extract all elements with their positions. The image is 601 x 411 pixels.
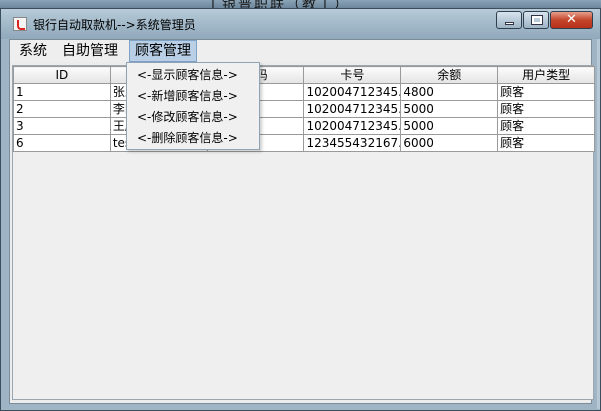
table-row[interactable]: 3 王麻子 102004712345... 5000 顾客 (13, 117, 595, 135)
menu-system[interactable]: 系统 (14, 40, 52, 62)
table-cell[interactable]: 顾客 (497, 117, 595, 135)
menu-item-delete-customer[interactable]: <-删除顾客信息-> (127, 128, 259, 148)
table-cell[interactable]: 顾客 (497, 100, 595, 118)
close-button[interactable]: ✕ (550, 11, 593, 29)
main-window: 银行自动取款机-->系统管理员 ✕ 系统 自助管理 顾客管理 ID 卡号 余额 … (0, 8, 601, 411)
table-cell[interactable]: 102004712345... (303, 100, 402, 118)
table-cell[interactable]: 1 (13, 83, 111, 101)
table-header-row: ID 姓名 密码 卡号 余额 用户类型 (13, 66, 595, 84)
table-cell[interactable]: 2 (13, 100, 111, 118)
table-row[interactable]: 2 李四 102004712345... 5000 顾客 (13, 100, 595, 118)
table-cell[interactable]: 4800 (400, 83, 499, 101)
close-icon: ✕ (566, 12, 577, 27)
menu-bar: 系统 自助管理 顾客管理 (10, 40, 591, 62)
table-cell[interactable]: 顾客 (497, 83, 595, 101)
menu-customer-management[interactable]: 顾客管理 (129, 40, 197, 62)
table-cell[interactable]: 6 (13, 134, 111, 152)
column-header-user-type[interactable]: 用户类型 (497, 66, 595, 84)
java-cup-icon (13, 17, 27, 31)
client-area: 系统 自助管理 顾客管理 ID 姓名 密码 卡号 余额 用户类型 (9, 39, 595, 404)
window-border (597, 39, 600, 409)
customer-table: ID 姓名 密码 卡号 余额 用户类型 1 张三 102004712345... (13, 66, 595, 152)
window-title: 银行自动取款机-->系统管理员 (33, 18, 196, 32)
column-header-card-number[interactable]: 卡号 (303, 66, 402, 84)
customer-table-panel: ID 姓名 密码 卡号 余额 用户类型 1 张三 102004712345... (12, 65, 595, 400)
table-cell[interactable]: 3 (13, 117, 111, 135)
table-cell[interactable]: 6000 (400, 134, 499, 152)
column-header-balance[interactable]: 余额 (400, 66, 499, 84)
title-bar[interactable]: 银行自动取款机-->系统管理员 ✕ (1, 9, 600, 39)
minimize-button[interactable] (496, 11, 522, 29)
menu-item-edit-customer[interactable]: <-修改顾客信息-> (127, 107, 259, 127)
table-cell[interactable]: 顾客 (497, 134, 595, 152)
customer-management-dropdown: <-显示顾客信息-> <-新增顾客信息-> <-修改顾客信息-> <-删除顾客信… (126, 62, 260, 150)
menu-self-service[interactable]: 自助管理 (57, 40, 123, 62)
table-cell[interactable]: 102004712345... (303, 117, 402, 135)
table-cell[interactable]: 5000 (400, 100, 499, 118)
column-header-id[interactable]: ID (13, 66, 111, 84)
table-row[interactable]: 1 张三 102004712345... 4800 顾客 (13, 83, 595, 101)
menu-item-show-customers[interactable]: <-显示顾客信息-> (127, 65, 259, 85)
table-cell[interactable]: 123455432167... (303, 134, 402, 152)
table-row[interactable]: 6 test 123455432167... 6000 顾客 (13, 134, 595, 152)
table-cell[interactable]: 5000 (400, 117, 499, 135)
maximize-button[interactable] (523, 11, 549, 29)
window-controls: ✕ (495, 11, 593, 29)
menu-item-add-customer[interactable]: <-新增顾客信息-> (127, 86, 259, 106)
table-cell[interactable]: 102004712345... (303, 83, 402, 101)
